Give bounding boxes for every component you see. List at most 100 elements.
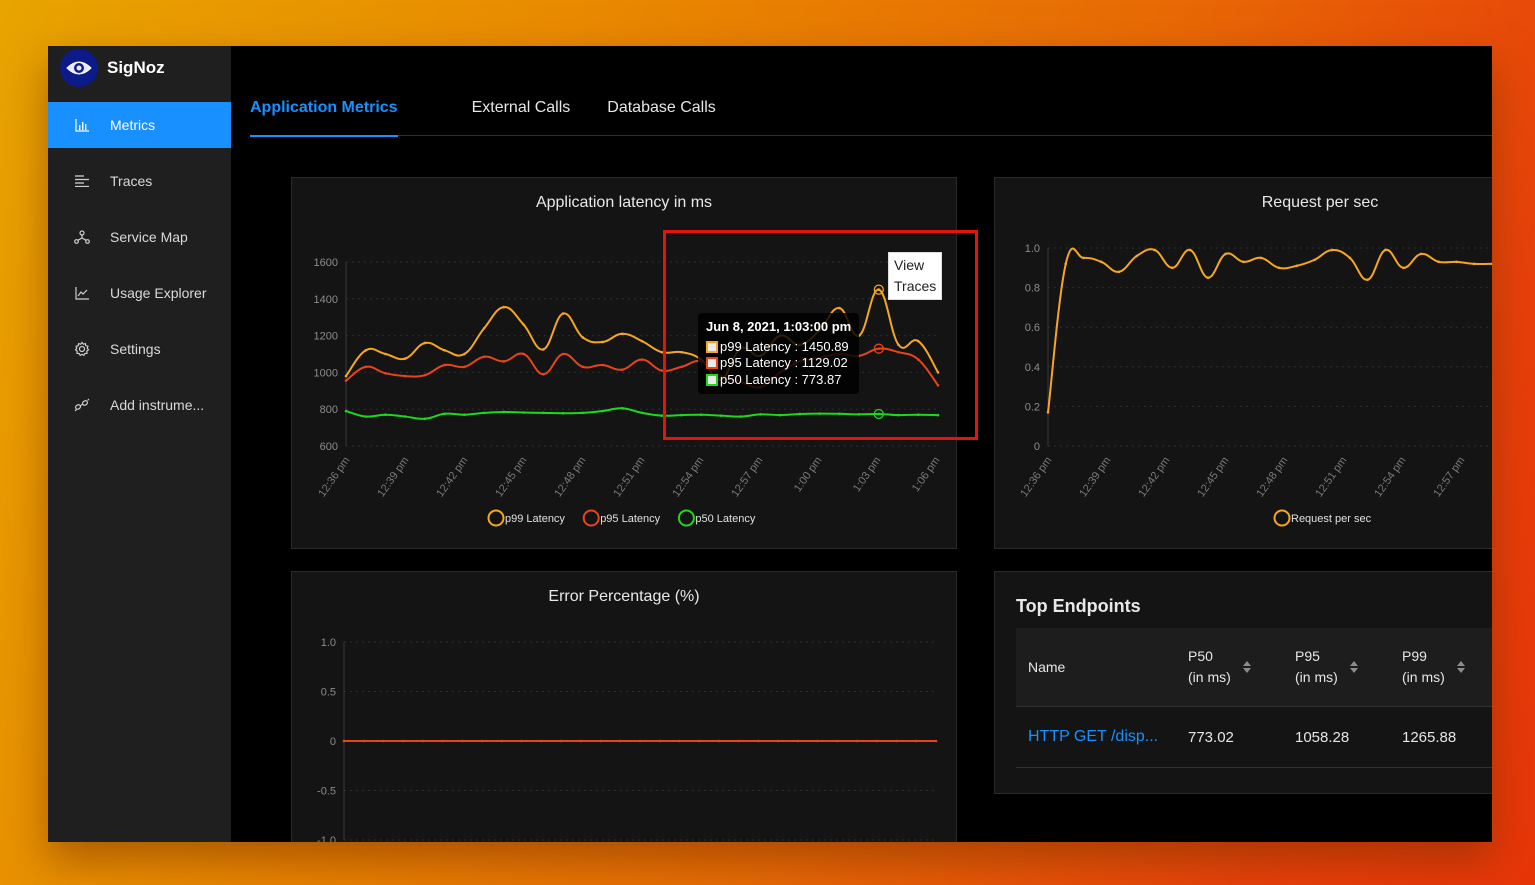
data-point xyxy=(443,363,446,367)
column-label: P99 xyxy=(1402,648,1427,664)
x-tick-label: 12:42 pm xyxy=(1136,455,1172,499)
api-link-icon xyxy=(72,398,92,412)
sort-icon[interactable] xyxy=(1349,661,1358,673)
data-point xyxy=(1206,276,1210,279)
x-tick-label: 12:45 pm xyxy=(1195,455,1231,499)
tab-database-calls[interactable]: Database Calls xyxy=(607,89,716,135)
data-point xyxy=(1295,264,1298,268)
column-sublabel: (in ms) xyxy=(1402,669,1445,685)
app-name: SigNoz xyxy=(107,58,165,77)
sidebar-item-label: Add instrume... xyxy=(110,397,205,413)
data-point xyxy=(579,739,583,743)
legend-label[interactable]: p50 Latency xyxy=(695,513,755,525)
x-tick-label: 12:42 pm xyxy=(434,455,470,499)
x-tick-label: 12:36 pm xyxy=(316,455,352,499)
data-point xyxy=(1046,411,1050,414)
metrics-tabs: Application Metrics External Calls Datab… xyxy=(250,89,1492,137)
data-point xyxy=(342,739,346,743)
data-point xyxy=(403,374,407,378)
data-point xyxy=(737,739,740,743)
column-header-name[interactable]: Name xyxy=(1016,659,1188,675)
sidebar-item-label: Usage Explorer xyxy=(110,285,207,301)
data-point xyxy=(678,739,681,743)
error-chart[interactable]: 1.0 0.5 0 -0.5 -1.0 xyxy=(292,572,956,842)
data-point xyxy=(480,739,484,743)
cell-p50: 773.02 xyxy=(1188,728,1234,746)
column-header-p95[interactable]: P95 (in ms) xyxy=(1295,646,1402,688)
data-point xyxy=(620,368,624,371)
column-header-p50[interactable]: P50 (in ms) xyxy=(1188,646,1295,688)
data-point xyxy=(502,410,506,414)
data-point xyxy=(776,739,780,743)
data-point xyxy=(1224,252,1227,256)
data-point xyxy=(520,739,523,743)
sort-icon[interactable] xyxy=(1456,661,1465,673)
data-point xyxy=(403,357,407,360)
data-point xyxy=(914,739,918,743)
series-line-request-per-sec xyxy=(1047,247,1492,413)
tab-external-calls[interactable]: External Calls xyxy=(472,89,571,135)
data-point xyxy=(757,739,760,743)
data-point xyxy=(601,340,604,344)
data-point xyxy=(640,358,644,361)
rps-chart[interactable]: 0 0.2 0.4 0.6 0.8 1.0 12:36 pm 12:39 pm 12:42 pm… xyxy=(995,178,1492,548)
data-point xyxy=(934,739,938,743)
x-tick-label: 1:00 pm xyxy=(792,455,825,494)
legend-marker xyxy=(487,509,505,527)
data-point xyxy=(443,349,446,352)
data-point xyxy=(344,409,348,413)
y-tick-label: 800 xyxy=(320,404,338,416)
data-point xyxy=(1384,248,1387,252)
y-tick-label: 1600 xyxy=(314,257,338,269)
data-point xyxy=(581,365,585,369)
legend-marker xyxy=(582,509,600,527)
top-endpoints-title: Top Endpoints xyxy=(1016,596,1141,616)
data-point xyxy=(1099,260,1103,264)
data-point xyxy=(836,739,839,743)
logo[interactable]: SigNoz xyxy=(60,48,165,88)
column-header-p99[interactable]: P99 (in ms) xyxy=(1402,646,1492,688)
sidebar-item-settings[interactable]: Settings xyxy=(48,326,231,372)
sidebar-item-usage-explorer[interactable]: Usage Explorer xyxy=(48,270,231,316)
data-point xyxy=(364,415,368,418)
data-point xyxy=(640,339,644,343)
sort-icon[interactable] xyxy=(1242,661,1251,673)
y-tick-label: 1000 xyxy=(314,367,338,379)
data-point xyxy=(463,365,466,369)
sidebar-item-traces[interactable]: Traces xyxy=(48,158,231,204)
endpoint-link[interactable]: HTTP GET /disp... xyxy=(1016,728,1188,746)
data-point xyxy=(502,305,506,309)
main-content: Application Metrics External Calls Datab… xyxy=(231,46,1492,842)
data-point xyxy=(640,411,644,415)
data-point xyxy=(618,739,622,743)
y-tick-label: 0.6 xyxy=(1025,322,1040,334)
sidebar-item-metrics[interactable]: Metrics xyxy=(48,102,231,148)
data-point xyxy=(559,739,563,743)
data-point xyxy=(620,332,624,336)
data-point xyxy=(542,372,545,376)
data-point xyxy=(522,323,525,326)
gear-icon xyxy=(72,341,92,357)
tab-application-metrics[interactable]: Application Metrics xyxy=(250,89,398,137)
data-point xyxy=(601,409,604,413)
y-tick-label: -1.0 xyxy=(317,835,336,842)
data-point xyxy=(1242,260,1245,264)
sidebar-item-service-map[interactable]: Service Map xyxy=(48,214,231,260)
y-tick-label: 1400 xyxy=(314,294,338,306)
table-header: Name P50 (in ms) P95 (in ms) P99 (in ms) xyxy=(1016,628,1492,707)
sidebar-nav: Metrics Traces Service Map Usage Explore… xyxy=(48,102,231,438)
legend-label[interactable]: p99 Latency xyxy=(505,513,565,525)
x-tick-label: 12:39 pm xyxy=(375,455,411,499)
data-point xyxy=(1082,256,1085,260)
sidebar-item-add-instrumentation[interactable]: Add instrume... xyxy=(48,382,231,428)
data-point xyxy=(403,415,407,418)
data-point xyxy=(423,373,427,377)
data-point xyxy=(1348,256,1352,260)
legend-label[interactable]: p95 Latency xyxy=(600,513,660,525)
legend-label[interactable]: Request per sec xyxy=(1291,513,1372,525)
data-point xyxy=(561,411,565,415)
data-point xyxy=(482,411,486,415)
data-point xyxy=(500,739,504,743)
x-tick-label: 12:54 pm xyxy=(1372,455,1408,499)
data-point xyxy=(423,417,427,421)
